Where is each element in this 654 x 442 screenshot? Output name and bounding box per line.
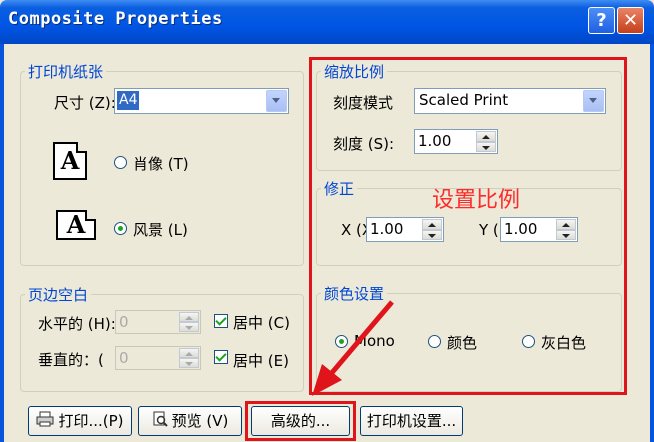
annotation-arrow bbox=[312, 300, 394, 396]
